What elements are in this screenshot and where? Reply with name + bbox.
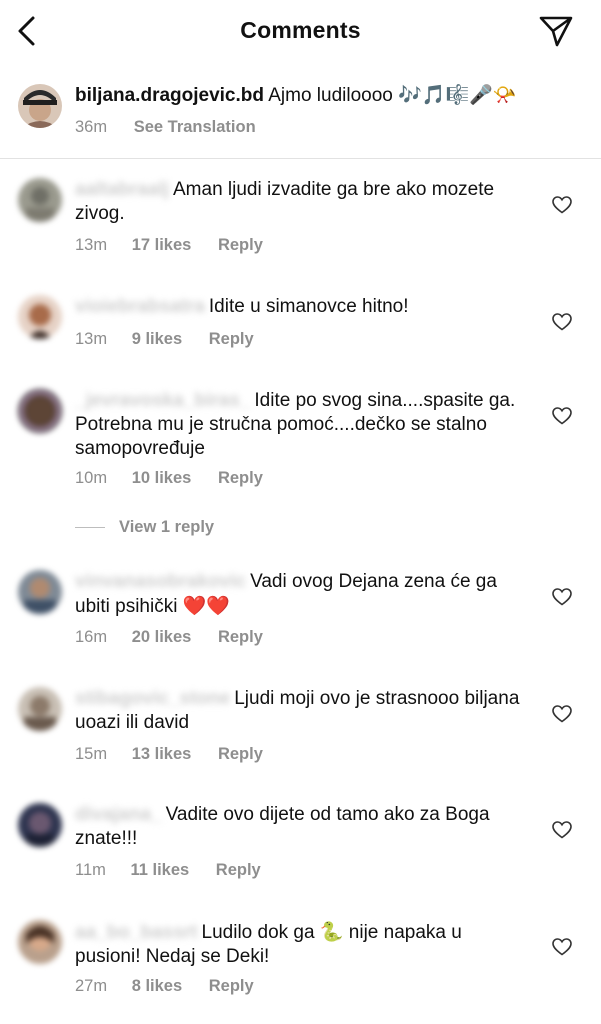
reply-button[interactable]: Reply — [218, 236, 263, 254]
comment-username[interactable]: _jevravoska_biras_ — [75, 389, 250, 413]
comment-meta: 16m 20 likes Reply — [75, 628, 263, 647]
avatar[interactable] — [18, 178, 62, 222]
comment-username[interactable]: stibagovic_stone — [75, 687, 230, 711]
comment-username[interactable]: aaltabraalj — [75, 178, 169, 202]
comment-time: 13m — [75, 330, 108, 348]
comment-likes[interactable]: 11 likes — [130, 861, 189, 879]
comment-likes[interactable]: 13 likes — [132, 745, 192, 763]
reply-button[interactable]: Reply — [216, 861, 261, 879]
like-heart-icon[interactable] — [552, 938, 572, 956]
reply-thread-line — [75, 527, 105, 529]
avatar[interactable] — [18, 84, 62, 128]
like-heart-icon[interactable] — [552, 196, 572, 214]
comment-time: 16m — [75, 628, 108, 646]
avatar[interactable] — [18, 295, 62, 339]
reply-button[interactable]: Reply — [218, 628, 263, 646]
post-time: 36m — [75, 118, 108, 136]
comment-text: aaltabraalj Aman ljudi izvadite ga bre ak… — [75, 178, 495, 224]
reply-button[interactable]: Reply — [209, 330, 254, 348]
comment-time: 13m — [75, 236, 108, 254]
comment-text: vioiebrabsatra Idite u simanovce hitno! — [75, 295, 409, 319]
avatar[interactable] — [18, 389, 62, 433]
header-bar: Comments — [0, 0, 601, 62]
comment-text: vinvanasobrakovic Vadi ovog Dejana zena ć… — [75, 570, 497, 617]
comment-meta: 13m 17 likes Reply — [75, 236, 263, 255]
comment-likes[interactable]: 9 likes — [132, 330, 182, 348]
comment-username[interactable]: aa_bo_bassrt — [75, 921, 198, 945]
post-meta: 36m See Translation — [75, 118, 256, 137]
avatar[interactable] — [18, 920, 62, 964]
comment-time: 15m — [75, 745, 108, 763]
like-heart-icon[interactable] — [552, 313, 572, 331]
comment-time: 10m — [75, 469, 108, 487]
comment-meta: 11m 11 likes Reply — [75, 861, 261, 880]
reply-button[interactable]: Reply — [209, 977, 254, 995]
reply-button[interactable]: Reply — [218, 745, 263, 763]
comment-meta: 10m 10 likes Reply — [75, 469, 263, 488]
comment-meta: 15m 13 likes Reply — [75, 745, 263, 764]
comment-likes[interactable]: 20 likes — [132, 628, 192, 646]
like-heart-icon[interactable] — [552, 705, 572, 723]
paper-plane-icon[interactable] — [538, 14, 574, 48]
caption-text: Ajmo ludiloooo — [268, 85, 393, 106]
reply-button[interactable]: Reply — [218, 469, 263, 487]
like-heart-icon[interactable] — [552, 821, 572, 839]
post-username[interactable]: biljana.dragojevic.bd — [75, 85, 264, 106]
comment-username[interactable]: divajana_ — [75, 803, 162, 827]
avatar[interactable] — [18, 803, 62, 847]
like-heart-icon[interactable] — [552, 407, 572, 425]
comment-meta: 27m 8 likes Reply — [75, 977, 254, 996]
heart-emojis: ❤️❤️ — [182, 595, 231, 617]
comment-likes[interactable]: 8 likes — [132, 977, 182, 995]
comment-time: 27m — [75, 977, 108, 995]
comment-meta: 13m 9 likes Reply — [75, 330, 254, 349]
snake-emoji: 🐍 — [319, 921, 344, 943]
avatar[interactable] — [18, 687, 62, 731]
comment-text: _jevravoska_biras_ Idite po svog sina....… — [75, 389, 516, 459]
caption-line: biljana.dragojevic.bd Ajmo ludiloooo 🎶🎵🎼… — [75, 83, 516, 107]
view-replies-button[interactable]: View 1 reply — [75, 518, 214, 537]
comment-text: stibagovic_stone Ljudi moji ovo je strasn… — [75, 687, 520, 733]
comment-text: aa_bo_bassrt Ludilo dok ga 🐍 nije napaka … — [75, 921, 462, 967]
comment-likes[interactable]: 17 likes — [132, 236, 192, 254]
avatar[interactable] — [18, 570, 62, 614]
comment-text: divajana_ Vadite ovo dijete od tamo ako z… — [75, 803, 490, 849]
comment-likes[interactable]: 10 likes — [132, 469, 192, 487]
post-caption: biljana.dragojevic.bd Ajmo ludiloooo 🎶🎵🎼… — [0, 62, 601, 159]
see-translation-button[interactable]: See Translation — [134, 118, 256, 136]
caption-emojis: 🎶🎵🎼🎤📯 — [398, 84, 517, 106]
page-title: Comments — [240, 17, 361, 43]
comment-username[interactable]: vioiebrabsatra — [75, 295, 205, 319]
comment-time: 11m — [75, 861, 106, 879]
like-heart-icon[interactable] — [552, 588, 572, 606]
comment-username[interactable]: vinvanasobrakovic — [75, 570, 246, 594]
